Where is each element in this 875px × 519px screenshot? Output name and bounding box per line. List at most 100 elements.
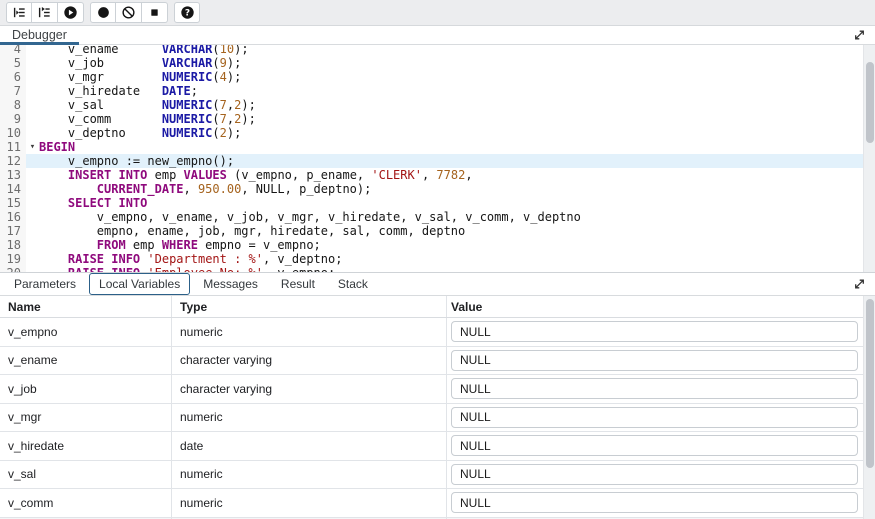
step-over-icon xyxy=(37,5,52,20)
var-type-cell: character varying xyxy=(172,375,447,403)
play-circle-icon xyxy=(63,5,78,20)
line-number[interactable]: 10 xyxy=(0,126,26,140)
column-header-value[interactable]: Value xyxy=(447,296,862,317)
help-button[interactable]: ? xyxy=(174,2,200,23)
expand-icon xyxy=(853,29,866,42)
code-line-10[interactable]: 10 v_deptno NUMERIC(2); xyxy=(0,126,875,140)
line-number[interactable]: 9 xyxy=(0,112,26,126)
tab-messages[interactable]: Messages xyxy=(193,273,268,295)
line-number[interactable]: 16 xyxy=(0,210,26,224)
editor-expand-button[interactable] xyxy=(853,29,866,42)
fold-gutter xyxy=(26,98,39,112)
fold-gutter xyxy=(26,56,39,70)
code-line-16[interactable]: 16 v_empno, v_ename, v_job, v_mgr, v_hir… xyxy=(0,210,875,224)
table-row: v_hiredatedate xyxy=(0,432,875,461)
code-line-18[interactable]: 18 FROM emp WHERE empno = v_empno; xyxy=(0,238,875,252)
fold-marker-icon[interactable]: ▾ xyxy=(26,140,39,154)
code-text: v_comm NUMERIC(7,2); xyxy=(39,112,875,126)
code-text: v_job VARCHAR(9); xyxy=(39,56,875,70)
continue-button[interactable] xyxy=(58,2,84,23)
editor-scrollbar-track[interactable] xyxy=(863,45,875,272)
line-number[interactable]: 7 xyxy=(0,84,26,98)
code-line-19[interactable]: 19 RAISE INFO 'Department : %', v_deptno… xyxy=(0,252,875,266)
value-input[interactable] xyxy=(451,464,858,485)
step-into-button[interactable] xyxy=(6,2,32,23)
tab-local-variables[interactable]: Local Variables xyxy=(89,273,190,295)
code-text: v_sal NUMERIC(7,2); xyxy=(39,98,875,112)
line-number[interactable]: 8 xyxy=(0,98,26,112)
code-line-11[interactable]: 11▾BEGIN xyxy=(0,140,875,154)
code-text: v_empno := new_empno(); xyxy=(39,154,875,168)
code-line-6[interactable]: 6 v_mgr NUMERIC(4); xyxy=(0,70,875,84)
line-number[interactable]: 11 xyxy=(0,140,26,154)
tab-debugger-label: Debugger xyxy=(12,28,67,42)
column-header-type[interactable]: Type xyxy=(172,296,447,317)
table-row: v_commnumeric xyxy=(0,489,875,518)
line-number[interactable]: 14 xyxy=(0,182,26,196)
line-number[interactable]: 6 xyxy=(0,70,26,84)
var-value-cell xyxy=(447,375,862,403)
code-line-13[interactable]: 13 INSERT INTO emp VALUES (v_empno, p_en… xyxy=(0,168,875,182)
tab-parameters[interactable]: Parameters xyxy=(4,273,86,295)
help-circle-icon: ? xyxy=(180,5,195,20)
code-line-7[interactable]: 7 v_hiredate DATE; xyxy=(0,84,875,98)
tab-stack[interactable]: Stack xyxy=(328,273,378,295)
code-lines: 4 v_ename VARCHAR(10);5 v_job VARCHAR(9)… xyxy=(0,45,875,272)
code-line-17[interactable]: 17 empno, ename, job, mgr, hiredate, sal… xyxy=(0,224,875,238)
code-line-8[interactable]: 8 v_sal NUMERIC(7,2); xyxy=(0,98,875,112)
var-value-cell xyxy=(447,347,862,375)
var-value-cell xyxy=(447,432,862,460)
code-text: BEGIN xyxy=(39,140,875,154)
column-header-name[interactable]: Name xyxy=(0,296,172,317)
panel-expand-button[interactable] xyxy=(853,278,866,291)
line-number[interactable]: 12 xyxy=(0,154,26,168)
code-line-5[interactable]: 5 v_job VARCHAR(9); xyxy=(0,56,875,70)
code-line-9[interactable]: 9 v_comm NUMERIC(7,2); xyxy=(0,112,875,126)
fold-gutter xyxy=(26,70,39,84)
value-input[interactable] xyxy=(451,350,858,371)
table-row: v_mgrnumeric xyxy=(0,404,875,433)
table-row: v_empnonumeric xyxy=(0,318,875,347)
no-breakpoint-icon xyxy=(121,5,136,20)
code-editor[interactable]: 4 v_ename VARCHAR(10);5 v_job VARCHAR(9)… xyxy=(0,45,875,272)
line-number[interactable]: 17 xyxy=(0,224,26,238)
value-input[interactable] xyxy=(451,321,858,342)
stop-button[interactable] xyxy=(142,2,168,23)
line-number[interactable]: 4 xyxy=(0,45,26,56)
code-line-12[interactable]: 12 v_empno := new_empno(); xyxy=(0,154,875,168)
var-name-cell: v_hiredate xyxy=(0,432,172,460)
table-row: v_enamecharacter varying xyxy=(0,347,875,376)
fold-gutter xyxy=(26,154,39,168)
debugger-toolbar: ? xyxy=(0,0,875,26)
code-text: empno, ename, job, mgr, hiredate, sal, c… xyxy=(39,224,875,238)
fold-gutter xyxy=(26,168,39,182)
line-number[interactable]: 13 xyxy=(0,168,26,182)
line-number[interactable]: 18 xyxy=(0,238,26,252)
fold-gutter xyxy=(26,112,39,126)
var-type-cell: numeric xyxy=(172,318,447,346)
line-number[interactable]: 19 xyxy=(0,252,26,266)
value-input[interactable] xyxy=(451,492,858,513)
value-input[interactable] xyxy=(451,435,858,456)
breakpoint-circle-icon xyxy=(96,5,111,20)
table-scrollbar-track[interactable] xyxy=(863,296,875,519)
toggle-breakpoint-button[interactable] xyxy=(90,2,116,23)
step-over-button[interactable] xyxy=(32,2,58,23)
code-text: v_hiredate DATE; xyxy=(39,84,875,98)
code-text: INSERT INTO emp VALUES (v_empno, p_ename… xyxy=(39,168,875,182)
code-line-15[interactable]: 15 SELECT INTO xyxy=(0,196,875,210)
code-line-14[interactable]: 14 CURRENT_DATE, 950.00, NULL, p_deptno)… xyxy=(0,182,875,196)
fold-gutter xyxy=(26,45,39,56)
table-scrollbar-thumb[interactable] xyxy=(866,299,874,468)
line-number[interactable]: 15 xyxy=(0,196,26,210)
value-input[interactable] xyxy=(451,407,858,428)
value-input[interactable] xyxy=(451,378,858,399)
editor-scrollbar-thumb[interactable] xyxy=(866,62,874,143)
code-line-4[interactable]: 4 v_ename VARCHAR(10); xyxy=(0,45,875,56)
clear-all-breakpoints-button[interactable] xyxy=(116,2,142,23)
svg-text:?: ? xyxy=(184,9,189,19)
line-number[interactable]: 5 xyxy=(0,56,26,70)
tab-debugger[interactable]: Debugger xyxy=(0,26,79,44)
tab-result[interactable]: Result xyxy=(271,273,325,295)
step-into-icon xyxy=(12,5,27,20)
